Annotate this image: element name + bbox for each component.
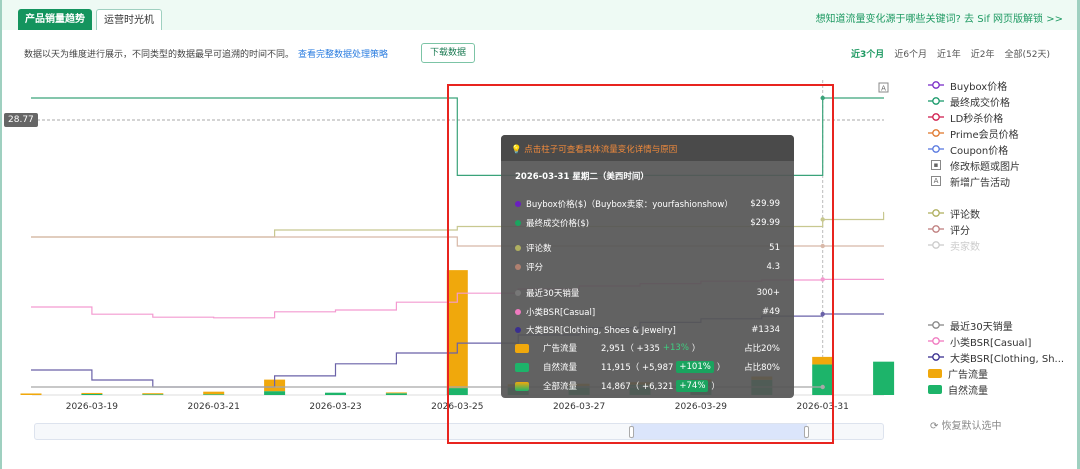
legend-label: Coupon价格 (950, 145, 1009, 157)
bar-organic-traffic[interactable] (264, 391, 286, 395)
bar-ad-traffic[interactable] (203, 391, 225, 395)
legend-item[interactable]: 大类BSR[Clothing, Sh... (928, 350, 1065, 365)
x-tick-label: 2026-03-21 (188, 402, 240, 412)
legend-item[interactable]: A 新增广告活动 (928, 174, 1010, 189)
ad-icon: A (931, 176, 941, 186)
bar-ad-traffic[interactable] (142, 393, 164, 395)
legend-item[interactable]: 评论数 (928, 206, 980, 221)
bar-organic-traffic[interactable] (325, 392, 346, 395)
legend-item[interactable]: Buybox价格 (928, 78, 1008, 93)
restore-default-button[interactable]: ⟳ 恢复默认选中 (930, 417, 1002, 432)
legend-label: Buybox价格 (950, 81, 1008, 93)
legend-bar-swatch-icon (928, 368, 942, 378)
legend-label: LD秒杀价格 (950, 113, 1004, 125)
legend-label: Prime会员价格 (950, 129, 1019, 141)
legend-line-circle-icon (928, 129, 944, 137)
bar-organic-traffic[interactable] (203, 394, 225, 395)
restore-label: 恢复默认选中 (941, 421, 1002, 432)
legend-item[interactable]: 最终成交价格 (928, 94, 1010, 109)
legend-label: 评论数 (950, 209, 980, 221)
legend-item[interactable]: Coupon价格 (928, 142, 1009, 157)
svg-text:A: A (881, 85, 886, 93)
legend-line-circle-icon (928, 97, 944, 105)
legend-label: 卖家数 (950, 241, 980, 253)
ad-campaign-marker-icon[interactable]: A (878, 82, 889, 93)
legend-item[interactable]: 最近30天销量 (928, 318, 1013, 333)
legend-line-circle-icon (928, 225, 944, 233)
x-tick-label: 2026-03-23 (309, 402, 361, 412)
legend-bar-swatch-icon (928, 384, 942, 394)
legend-label: 小类BSR[Casual] (950, 337, 1032, 349)
legend-item[interactable]: 小类BSR[Casual] (928, 334, 1032, 349)
bar-ad-traffic[interactable] (20, 393, 42, 395)
refresh-icon: ⟳ (930, 421, 942, 432)
x-tick-label: 2026-03-19 (66, 402, 119, 412)
legend-label: 最终成交价格 (950, 97, 1010, 109)
legend-line-circle-icon (928, 145, 944, 153)
legend-item[interactable]: 卖家数 (928, 238, 980, 253)
legend-label: 大类BSR[Clothing, Sh... (950, 353, 1065, 365)
bar-ad-traffic[interactable] (81, 392, 103, 394)
legend-label: 广告流量 (948, 369, 988, 381)
legend-line-circle-icon (928, 241, 944, 249)
legend-item[interactable]: 评分 (928, 222, 970, 237)
image-icon: ▪ (931, 160, 941, 170)
legend-line-circle-icon (928, 209, 944, 217)
legend-item[interactable]: 自然流量 (928, 382, 988, 397)
legend-item[interactable]: ▪ 修改标题或图片 (928, 158, 1020, 173)
bar-organic-traffic[interactable] (81, 393, 103, 395)
y-axis-pointer-badge: 28.77 (4, 113, 38, 127)
legend-label: 自然流量 (948, 385, 988, 397)
legend-label: 修改标题或图片 (950, 161, 1020, 173)
legend-label: 评分 (950, 225, 970, 237)
legend-label: 最近30天销量 (950, 321, 1013, 333)
legend-item[interactable]: Prime会员价格 (928, 126, 1019, 141)
legend-line-circle-icon (928, 81, 944, 89)
bar-organic-traffic[interactable] (873, 361, 895, 395)
legend-line-circle-icon (928, 337, 944, 345)
bar-ad-traffic[interactable] (385, 392, 407, 394)
legend-label: 新增广告活动 (950, 177, 1010, 189)
bar-organic-traffic[interactable] (142, 394, 164, 395)
legend-line-circle-icon (928, 353, 944, 361)
legend-item[interactable]: 广告流量 (928, 366, 988, 381)
legend-line-circle-icon (928, 113, 944, 121)
legend-line-circle-icon (928, 321, 944, 329)
bar-organic-traffic[interactable] (385, 393, 407, 395)
legend-item[interactable]: LD秒杀价格 (928, 110, 1004, 125)
highlight-box (447, 84, 834, 444)
